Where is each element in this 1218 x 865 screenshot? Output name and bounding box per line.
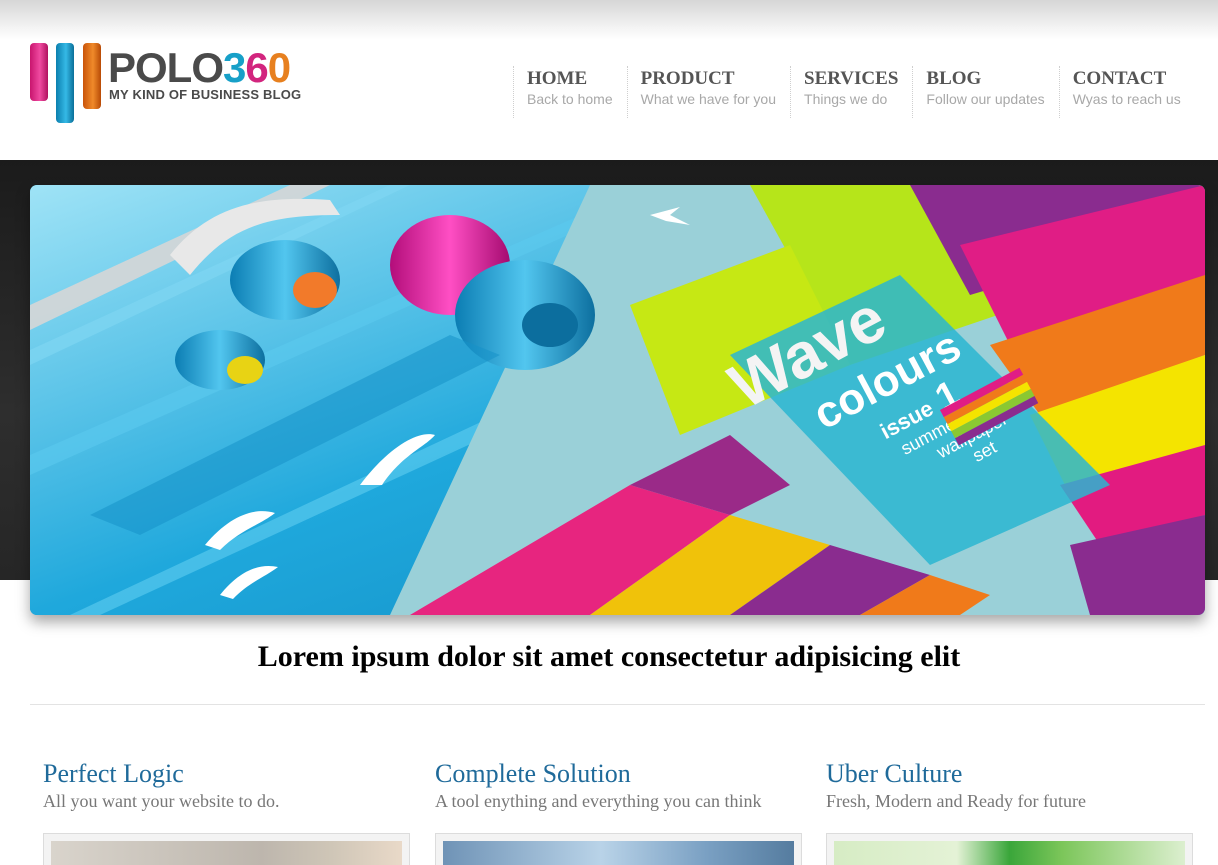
nav-title: CONTACT (1072, 68, 1167, 89)
nav-subtitle: Back to home (527, 91, 613, 107)
nav-item-home[interactable]: HOME Back to home (513, 66, 627, 118)
logo-word-polo: POLO (108, 44, 224, 91)
top-gradient-strip (0, 0, 1218, 40)
feature-complete-solution: Complete Solution A tool enything and ev… (435, 758, 805, 865)
nav-title: BLOG (926, 68, 982, 89)
logo-tagline: MY KIND OF BUSINESS BLOG (109, 87, 302, 102)
nav-item-contact[interactable]: CONTACT Wyas to reach us (1058, 66, 1195, 118)
feature-perfect-logic: Perfect Logic All you want your website … (43, 758, 413, 865)
logo-digit-3: 3 (223, 44, 246, 91)
logo-digit-0: 0 (267, 44, 291, 91)
feature-title[interactable]: Complete Solution (435, 758, 805, 790)
feature-thumbnail[interactable] (435, 833, 802, 865)
site-logo[interactable]: POLO360 MY KIND OF BUSINESS BLOG (30, 43, 330, 125)
logo-digit-6: 6 (245, 44, 268, 91)
nav-title: PRODUCT (640, 68, 735, 89)
nav-subtitle: Wyas to reach us (1072, 91, 1181, 107)
nav-title: SERVICES (804, 68, 899, 89)
logo-wordmark: POLO360 (108, 44, 291, 91)
nav-title: HOME (527, 68, 588, 89)
feature-uber-culture: Uber Culture Fresh, Modern and Ready for… (826, 758, 1196, 865)
nav-subtitle: Things we do (804, 91, 888, 107)
logo-bar-orange (83, 43, 101, 109)
feature-thumbnail[interactable] (43, 833, 410, 865)
hero-banner-image[interactable]: Wave colours issue 1 summer wallpaper se… (30, 185, 1205, 615)
nav-subtitle: What we have for you (640, 91, 777, 107)
main-navigation: HOME Back to home PRODUCT What we have f… (513, 66, 1195, 118)
section-divider (30, 704, 1205, 705)
page-tagline: Lorem ipsum dolor sit amet consectetur a… (257, 640, 961, 673)
feature-title[interactable]: Perfect Logic (43, 758, 413, 790)
nav-item-blog[interactable]: BLOG Follow our updates (912, 66, 1058, 118)
nav-subtitle: Follow our updates (926, 91, 1045, 107)
feature-image-green (834, 841, 1185, 865)
feature-subtitle: A tool enything and everything you can t… (435, 791, 762, 811)
feature-subtitle: Fresh, Modern and Ready for future (826, 791, 1086, 811)
feature-image-splash (443, 841, 794, 865)
logo-bar-pink (30, 43, 48, 101)
logo-bar-blue (56, 43, 74, 123)
feature-image-sketch (51, 841, 402, 865)
nav-item-product[interactable]: PRODUCT What we have for you (626, 66, 790, 118)
nav-item-services[interactable]: SERVICES Things we do (790, 66, 912, 118)
feature-title[interactable]: Uber Culture (826, 758, 1196, 790)
feature-thumbnail[interactable] (826, 833, 1193, 865)
banner-artwork: Wave colours issue 1 summer wallpaper se… (30, 185, 1205, 615)
feature-subtitle: All you want your website to do. (43, 791, 280, 811)
